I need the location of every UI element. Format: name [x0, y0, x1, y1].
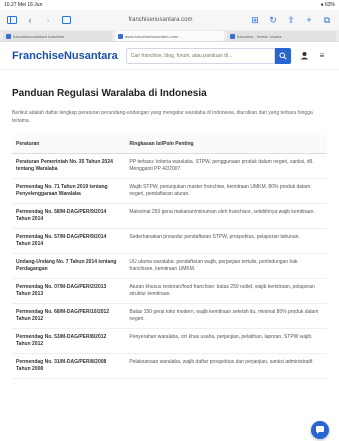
page-intro: Berikut adalah daftar lengkap peraturan …: [12, 110, 313, 124]
share-icon[interactable]: ⇧: [285, 14, 297, 26]
regulation-name: Permendag No. 71 Tahun 2019 tentang Peny…: [12, 178, 126, 204]
sidebar-toggle-icon[interactable]: [6, 14, 18, 26]
regulation-summary: PP terbaru: kriteria waralaba, STPW, pen…: [125, 153, 327, 179]
regulation-summary: Maksimal 250 gerai makanan/minuman oleh …: [125, 203, 327, 229]
regulation-table: Peraturan Ringkasan Isi/Poin Penting Per…: [12, 135, 327, 379]
table-row: Permendag No. 53/M-DAG/PER/8/2012 Tahun …: [12, 328, 327, 354]
forward-icon[interactable]: ›: [42, 14, 54, 26]
table-row: Peraturan Pemerintah No. 35 Tahun 2024 t…: [12, 153, 327, 179]
chat-button[interactable]: [311, 421, 329, 439]
table-row: Permendag No. 07/M-DAG/PER/2/2013 Tahun …: [12, 278, 327, 304]
table-row: Permendag No. 68/M-DAG/PER/10/2012 Tahun…: [12, 303, 327, 329]
regulation-name: Permendag No. 57/M-DAG/PER/9/2014 Tahun …: [12, 228, 126, 254]
back-icon[interactable]: ‹: [24, 14, 36, 26]
site-logo[interactable]: FranchiseNusantara: [12, 50, 118, 62]
regulation-summary: UU utama waralaba: pendaftaran wajib, pe…: [125, 253, 327, 279]
regulation-name: Permendag No. 07/M-DAG/PER/2/2013 Tahun …: [12, 278, 126, 304]
table-row: Permendag No. 71 Tahun 2019 tentang Peny…: [12, 178, 327, 204]
regulation-summary: Aturan khusus restoran/food franchise: b…: [125, 278, 327, 304]
regulation-summary: Sederhanakan prosedur pendaftaran STPW, …: [125, 228, 327, 254]
search-input[interactable]: [125, 47, 275, 64]
status-battery: ● 63%: [320, 2, 335, 8]
browser-toolbar: ‹ › franchisenusantara.com ⊞ ↻ ⇧ + ⧉: [0, 10, 339, 30]
regulation-name: Permendag No. 58/M-DAG/PER/9/2014 Tahun …: [12, 203, 126, 229]
table-row: Undang-Undang No. 7 Tahun 2014 tentang P…: [12, 253, 327, 279]
regulation-name: Permendag No. 31/M-DAG/PER/8/2008 Tahun …: [12, 353, 126, 379]
column-header-summary: Ringkasan Isi/Poin Penting: [125, 135, 327, 154]
address-bar[interactable]: franchisenusantara.com: [78, 14, 243, 26]
page-title: Panduan Regulasi Waralaba di Indonesia: [12, 88, 207, 99]
tab-label: www.franchisenusantara.com/...: [125, 33, 182, 39]
search-button[interactable]: [275, 47, 291, 64]
regulation-name: Permendag No. 53/M-DAG/PER/8/2012 Tahun …: [12, 328, 126, 354]
user-icon[interactable]: [299, 51, 309, 61]
tab-label: franchisenusantara franchise: [13, 33, 65, 39]
menu-icon[interactable]: ≡: [317, 51, 327, 61]
regulation-summary: Batas 150 gerai toko modern, wajib kemit…: [125, 303, 327, 329]
browser-tab[interactable]: franchisenusantara franchise: [3, 31, 112, 41]
address-url: franchisenusantara.com: [128, 17, 193, 23]
new-tab-icon[interactable]: +: [303, 14, 315, 26]
regulation-summary: Pelaksanaan waralaba, wajib daftar prosp…: [125, 353, 327, 379]
table-row: Permendag No. 57/M-DAG/PER/9/2014 Tahun …: [12, 228, 327, 254]
status-time: 10.27 Mei 16 Jun: [4, 2, 43, 8]
reader-icon[interactable]: [60, 14, 72, 26]
main-content: Panduan Regulasi Waralaba di Indonesia B…: [0, 70, 339, 379]
tabs-overview-icon[interactable]: ⧉: [321, 14, 333, 26]
regulation-summary: Penyerahan waralaba, ciri khas usaha, pe…: [125, 328, 327, 354]
site-header: FranchiseNusantara ≡: [0, 42, 339, 70]
chat-icon: [316, 426, 324, 434]
regulation-name: Undang-Undang No. 7 Tahun 2014 tentang P…: [12, 253, 126, 279]
favicon-icon: [118, 33, 123, 39]
table-row: Permendag No. 31/M-DAG/PER/8/2008 Tahun …: [12, 353, 327, 379]
site-search: [125, 47, 291, 64]
favicon-icon: [6, 33, 11, 39]
table-row: Permendag No. 58/M-DAG/PER/9/2014 Tahun …: [12, 203, 327, 229]
regulation-summary: Wajib STPW, penunjukan master franchise,…: [125, 178, 327, 204]
status-bar: 10.27 Mei 16 Jun ● 63%: [0, 0, 339, 10]
table-header-row: Peraturan Ringkasan Isi/Poin Penting: [12, 135, 327, 154]
browser-tab-active[interactable]: www.franchisenusantara.com/...: [115, 31, 224, 41]
browser-tab[interactable]: franchise - Invest. Usaha...: [227, 31, 336, 41]
search-icon: [279, 52, 287, 60]
column-header-regulation: Peraturan: [12, 135, 126, 154]
reload-icon[interactable]: ↻: [267, 14, 279, 26]
regulation-name: Peraturan Pemerintah No. 35 Tahun 2024 t…: [12, 153, 126, 179]
regulation-name: Permendag No. 68/M-DAG/PER/10/2012 Tahun…: [12, 303, 126, 329]
tab-label: franchise - Invest. Usaha...: [237, 33, 285, 39]
favicon-icon: [230, 33, 235, 39]
extensions-icon[interactable]: ⊞: [249, 14, 261, 26]
tab-bar: franchisenusantara franchise www.franchi…: [0, 30, 339, 42]
